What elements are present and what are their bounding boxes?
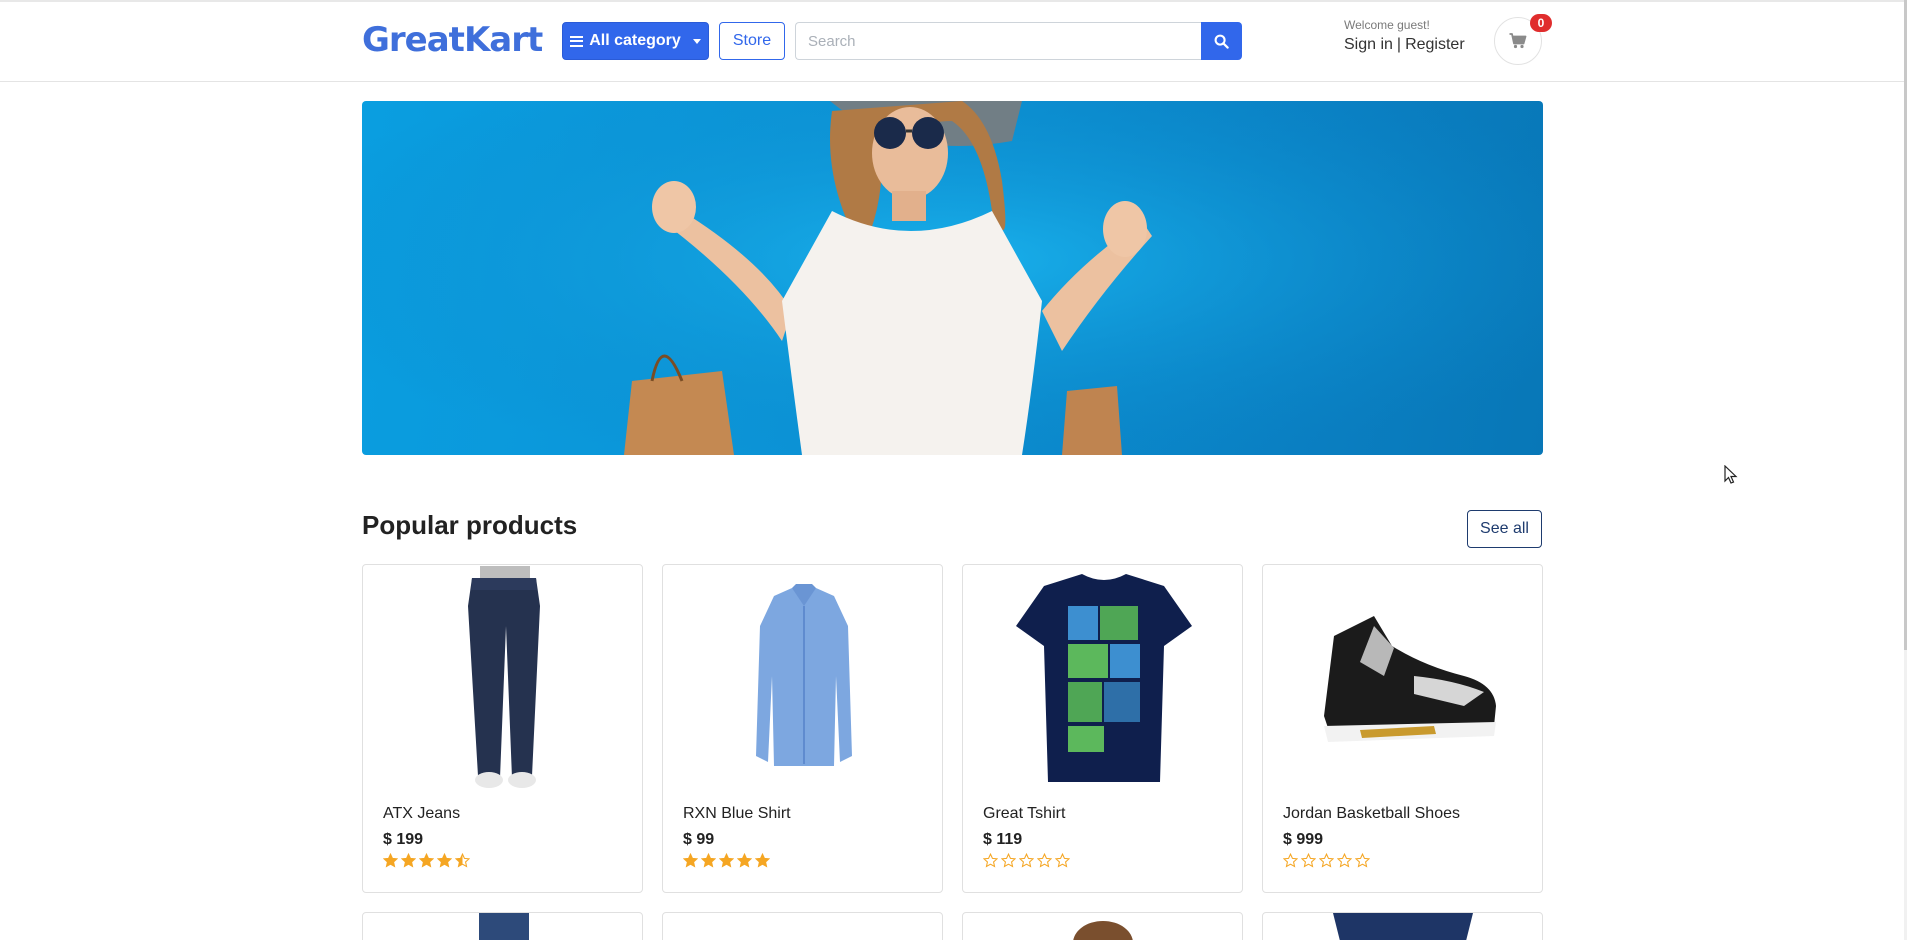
welcome-text: Welcome guest! [1344, 18, 1430, 32]
star-icon [1037, 853, 1052, 868]
star-icon [1337, 853, 1352, 868]
star-icon [1001, 853, 1016, 868]
caret-down-icon [692, 38, 701, 44]
product-card[interactable]: RXN Blue Shirt $ 99 [662, 564, 943, 893]
star-icon [701, 853, 716, 868]
product-price: $ 119 [983, 831, 1023, 848]
store-button[interactable]: Store [719, 22, 785, 60]
rating-stars [983, 853, 1070, 868]
brand-logo[interactable]: GreatKart [362, 20, 543, 60]
star-icon [383, 853, 398, 868]
search-icon [1214, 34, 1229, 49]
all-category-label: All category [589, 32, 681, 49]
star-icon [1055, 853, 1070, 868]
product-image [1333, 913, 1473, 940]
cart-count-badge: 0 [1530, 14, 1552, 32]
search-input[interactable] [795, 22, 1201, 60]
product-card[interactable]: Great Tshirt $ 119 [962, 564, 1243, 893]
all-category-dropdown-button[interactable]: All category [562, 22, 709, 60]
jeans-image [468, 566, 540, 788]
product-image [1264, 566, 1543, 788]
shopping-cart-icon [1509, 33, 1527, 49]
star-icon [455, 853, 470, 868]
tshirt-image [1016, 574, 1192, 782]
product-name[interactable]: ATX Jeans [383, 805, 460, 823]
search-button[interactable] [1201, 22, 1242, 60]
product-image [1073, 921, 1133, 940]
register-link[interactable]: Register [1405, 36, 1465, 54]
product-image [479, 913, 529, 940]
product-card[interactable]: Jordan Basketball Shoes $ 999 [1262, 564, 1543, 893]
product-name[interactable]: RXN Blue Shirt [683, 805, 791, 823]
product-card[interactable]: ATX Jeans $ 199 [362, 564, 643, 893]
sign-in-link[interactable]: Sign in [1344, 36, 1393, 54]
hero-banner[interactable] [362, 101, 1543, 455]
product-card[interactable] [362, 912, 643, 940]
section-title: Popular products [362, 510, 578, 540]
star-icon [437, 853, 452, 868]
product-card[interactable] [962, 912, 1243, 940]
rating-stars [383, 853, 470, 868]
product-price: $ 999 [1283, 831, 1324, 848]
auth-links: Sign in | Register [1344, 36, 1465, 54]
star-icon [737, 853, 752, 868]
product-name[interactable]: Great Tshirt [983, 805, 1065, 823]
star-icon [719, 853, 734, 868]
mouse-cursor-icon [1724, 465, 1738, 484]
auth-separator: | [1396, 36, 1402, 53]
star-icon [1319, 853, 1334, 868]
star-icon [1301, 853, 1316, 868]
product-card[interactable] [662, 912, 943, 940]
star-icon [683, 853, 698, 868]
star-icon [1019, 853, 1034, 868]
bars-icon [570, 35, 584, 47]
see-all-button[interactable]: See all [1467, 510, 1542, 548]
product-image [364, 566, 643, 788]
product-name[interactable]: Jordan Basketball Shoes [1283, 805, 1460, 823]
banner-image [362, 101, 1543, 455]
rating-stars [1283, 853, 1370, 868]
star-icon [1283, 853, 1298, 868]
product-image [964, 566, 1243, 788]
product-image [664, 566, 943, 788]
star-icon [755, 853, 770, 868]
shoe-image [1324, 616, 1496, 742]
star-icon [419, 853, 434, 868]
star-icon [983, 853, 998, 868]
product-price: $ 99 [683, 831, 715, 848]
shirt-image [756, 584, 852, 766]
star-icon [401, 853, 416, 868]
star-icon [1355, 853, 1370, 868]
product-card[interactable] [1262, 912, 1543, 940]
product-price: $ 199 [383, 831, 424, 848]
rating-stars [683, 853, 770, 868]
